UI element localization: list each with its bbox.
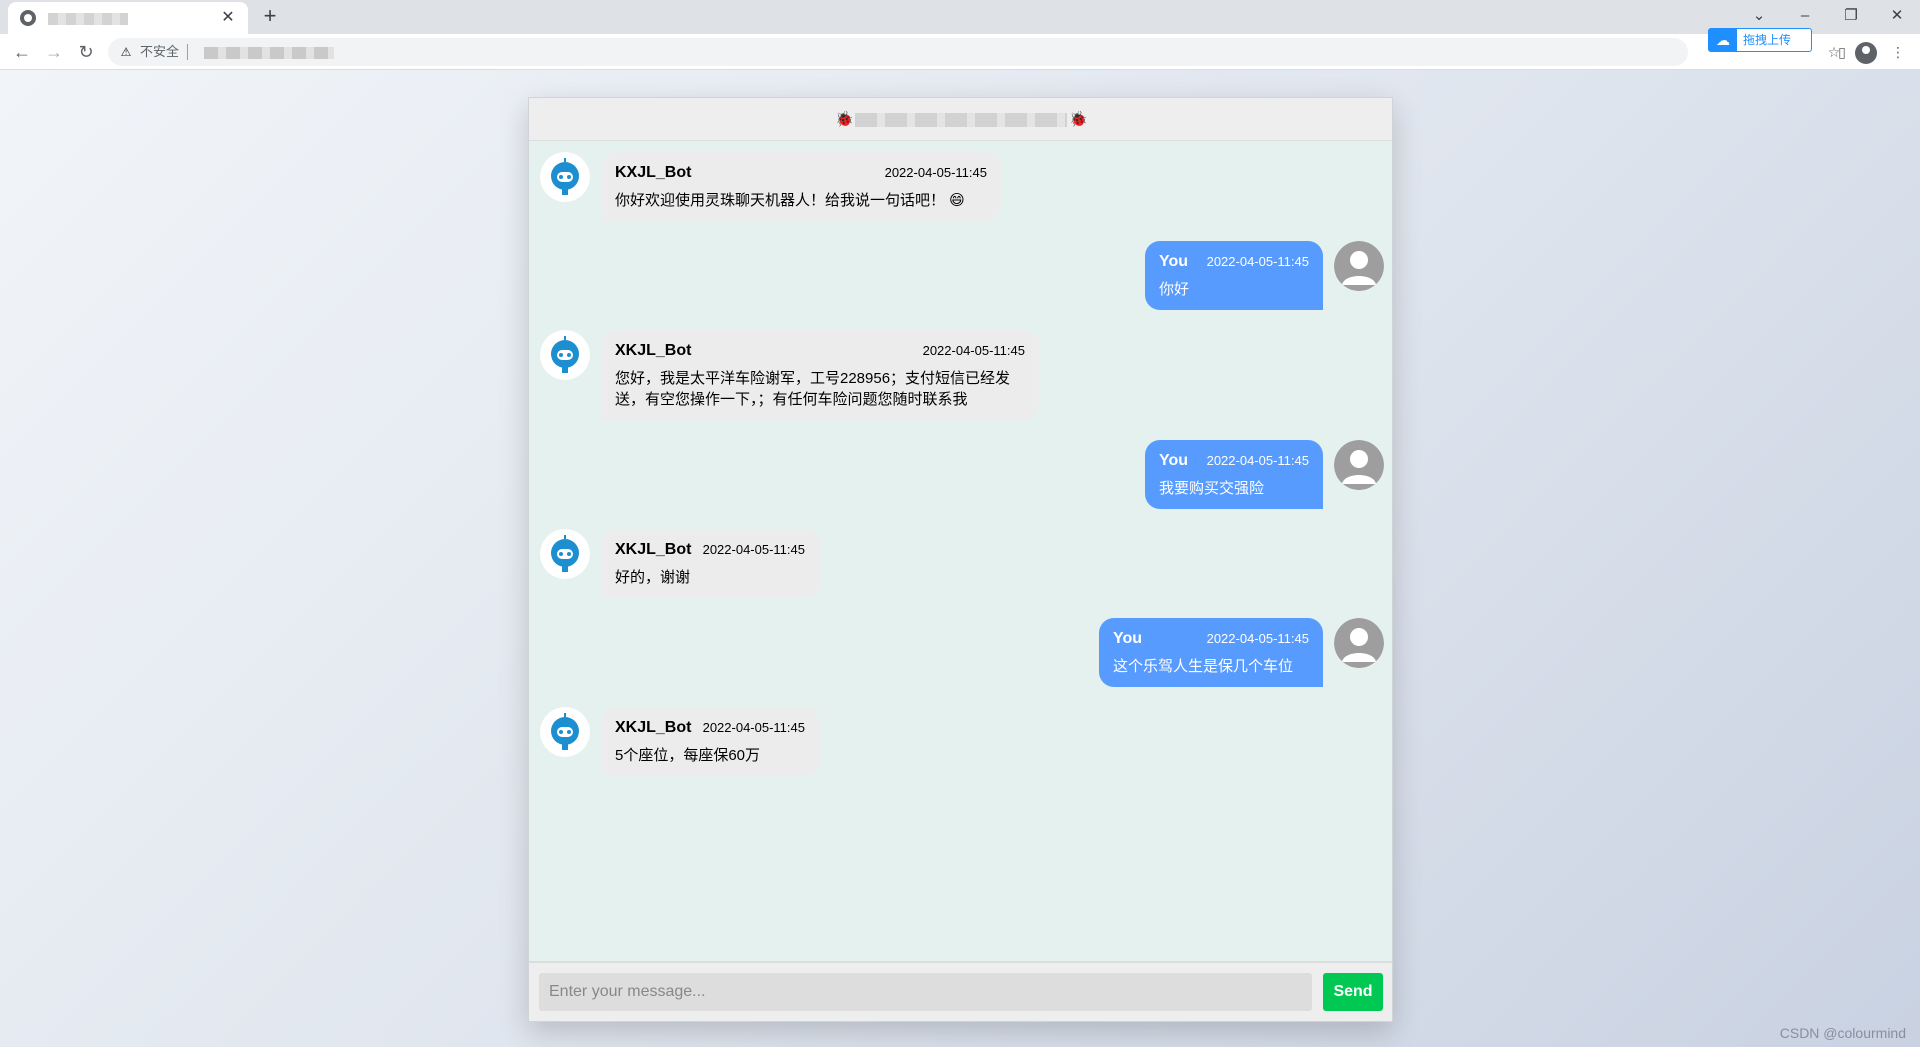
message-info: XKJL_Bot 2022-04-05-11:45 bbox=[615, 719, 805, 737]
message-time: 2022-04-05-11:45 bbox=[884, 165, 987, 180]
sender-name: You bbox=[1159, 452, 1189, 469]
message-time: 2022-04-05-11:45 bbox=[702, 720, 805, 735]
bug-icon-right: 🐞 bbox=[1069, 111, 1088, 128]
reload-icon[interactable]: ↻ bbox=[74, 40, 98, 64]
insecure-label[interactable]: 不安全 bbox=[140, 44, 189, 60]
user-avatar bbox=[1334, 618, 1384, 668]
forward-arrow-icon[interactable]: → bbox=[42, 40, 66, 64]
message-info: You 2022-04-05-11:45 bbox=[1113, 630, 1309, 648]
message-input[interactable] bbox=[539, 973, 1312, 1011]
bot-avatar bbox=[540, 529, 590, 579]
minimize-icon[interactable]: – bbox=[1790, 4, 1820, 28]
message-time: 2022-04-05-11:45 bbox=[1206, 254, 1309, 269]
message-info: You 2022-04-05-11:45 bbox=[1159, 452, 1309, 470]
csdn-watermark: CSDN @colourmind bbox=[1779, 1025, 1906, 1041]
browser-tab-strip: ✕ + ⌄ – ❐ ✕ bbox=[0, 0, 1920, 34]
bug-icon-left: 🐞 bbox=[835, 111, 854, 128]
url-redacted[interactable] bbox=[204, 47, 334, 59]
warning-icon: ⚠ bbox=[120, 45, 132, 59]
sender-name: XKJL_Bot bbox=[615, 541, 692, 558]
message-time: 2022-04-05-11:45 bbox=[1206, 631, 1309, 646]
message-time: 2022-04-05-11:45 bbox=[922, 343, 1025, 358]
message-text: 您好，我是太平洋车险谢军，工号228956；支付短信已经发送，有空您操作一下，；… bbox=[615, 370, 1011, 408]
bot-bubble: XKJL_Bot 2022-04-05-11:45 好的，谢谢 bbox=[601, 529, 819, 598]
message-text: 你好 bbox=[1159, 281, 1190, 298]
user-avatar bbox=[1334, 241, 1384, 291]
tab-title-redacted bbox=[48, 13, 128, 25]
browser-tab[interactable]: ✕ bbox=[8, 2, 248, 34]
cloud-icon: ☁ bbox=[1709, 29, 1737, 51]
profile-avatar-icon[interactable] bbox=[1855, 42, 1877, 64]
user-bubble: You 2022-04-05-11:45 你好 bbox=[1145, 241, 1323, 310]
chat-header: 🐞 🐞 bbox=[529, 98, 1392, 141]
bot-bubble: XKJL_Bot 2022-04-05-11:45 您好，我是太平洋车险谢军，工… bbox=[601, 330, 1039, 420]
sender-name: You bbox=[1159, 253, 1189, 270]
chat-window: 🐞 🐞 KXJL_Bot 2022-04-05-11:45 你好欢迎使用灵珠聊天… bbox=[528, 97, 1393, 1022]
send-button[interactable]: Send bbox=[1323, 973, 1383, 1011]
sender-name: XKJL_Bot bbox=[615, 342, 692, 359]
sender-name: You bbox=[1113, 630, 1143, 647]
bot-avatar bbox=[540, 152, 590, 202]
message-text: 我要购买交强险 bbox=[1159, 480, 1265, 497]
baidu-upload-widget[interactable]: ☁ 拖拽上传 bbox=[1708, 28, 1812, 52]
message-text: 这个乐驾人生是保几个车位 bbox=[1113, 658, 1294, 675]
message-info: You 2022-04-05-11:45 bbox=[1159, 253, 1309, 271]
address-bar[interactable]: ⚠ 不安全 bbox=[108, 38, 1688, 66]
user-bubble: You 2022-04-05-11:45 这个乐驾人生是保几个车位 bbox=[1099, 618, 1323, 687]
globe-icon bbox=[20, 10, 36, 26]
bot-bubble: XKJL_Bot 2022-04-05-11:45 5个座位，每座保60万 bbox=[601, 707, 819, 776]
message-input-bar: Send bbox=[529, 961, 1392, 1021]
side-panel-icon[interactable]: ▯ bbox=[1832, 42, 1852, 62]
tab-close-icon[interactable]: ✕ bbox=[218, 8, 238, 28]
message-time: 2022-04-05-11:45 bbox=[1206, 453, 1309, 468]
message-text: 5个座位，每座保60万 bbox=[615, 747, 761, 764]
message-text: 好的，谢谢 bbox=[615, 569, 691, 586]
message-info: XKJL_Bot 2022-04-05-11:45 bbox=[615, 541, 805, 559]
message-text: 你好欢迎使用灵珠聊天机器人！给我说一句话吧！ 😄 bbox=[615, 192, 965, 209]
sender-name: XKJL_Bot bbox=[615, 719, 692, 736]
chat-title-redacted bbox=[855, 113, 1067, 127]
message-time: 2022-04-05-11:45 bbox=[702, 542, 805, 557]
menu-kebab-icon[interactable]: ⋮ bbox=[1888, 42, 1908, 62]
new-tab-button[interactable]: + bbox=[258, 5, 282, 29]
message-info: KXJL_Bot 2022-04-05-11:45 bbox=[615, 164, 987, 182]
tab-search-icon[interactable]: ⌄ bbox=[1744, 4, 1774, 28]
user-avatar bbox=[1334, 440, 1384, 490]
user-bubble: You 2022-04-05-11:45 我要购买交强险 bbox=[1145, 440, 1323, 509]
bot-avatar bbox=[540, 330, 590, 380]
bot-avatar bbox=[540, 707, 590, 757]
browser-toolbar: ← → ↻ ⚠ 不安全 bbox=[0, 34, 1920, 70]
restore-icon[interactable]: ❐ bbox=[1836, 4, 1866, 28]
sender-name: KXJL_Bot bbox=[615, 164, 692, 181]
close-window-icon[interactable]: ✕ bbox=[1882, 4, 1912, 28]
baidu-upload-label: 拖拽上传 bbox=[1743, 33, 1792, 47]
message-info: XKJL_Bot 2022-04-05-11:45 bbox=[615, 342, 1025, 360]
back-arrow-icon[interactable]: ← bbox=[10, 40, 34, 64]
bot-bubble: KXJL_Bot 2022-04-05-11:45 你好欢迎使用灵珠聊天机器人！… bbox=[601, 152, 1001, 221]
